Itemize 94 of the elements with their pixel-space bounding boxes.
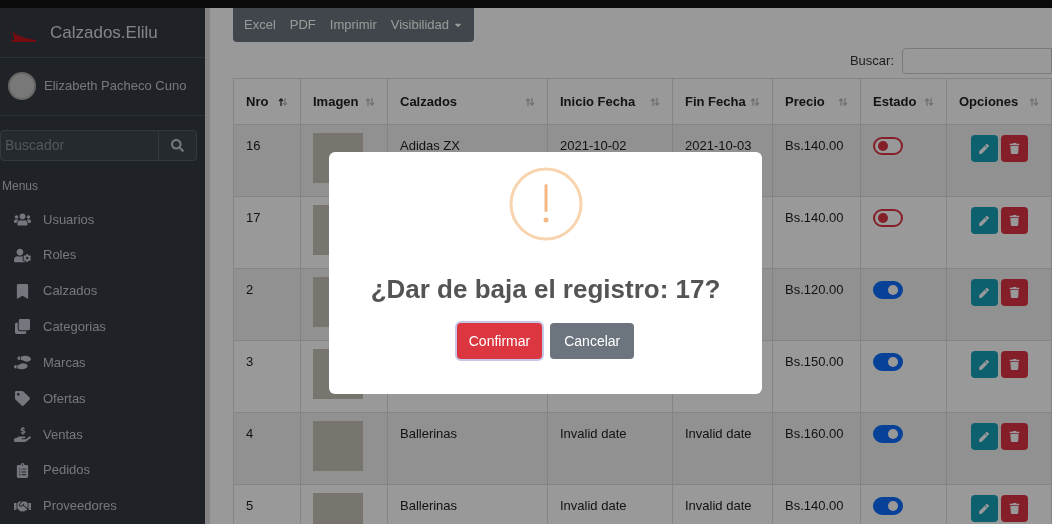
table-cell: Adidas ZX: [400, 138, 460, 153]
delete-button[interactable]: [1000, 279, 1028, 306]
status-toggle[interactable]: [873, 425, 903, 443]
users-icon: [14, 211, 31, 227]
pencil-icon: [979, 431, 989, 442]
warning-icon: [507, 166, 584, 242]
table-cell: Bs.140.00: [785, 138, 844, 153]
menu-item[interactable]: Calzados: [0, 273, 205, 309]
table-cell: Invalid date: [685, 426, 752, 441]
table-cell: 17: [246, 210, 261, 225]
dialog-title: ¿Dar de baja el registro: 17?: [370, 273, 721, 306]
menu-item[interactable]: Usuarios: [0, 201, 205, 238]
delete-button[interactable]: [1000, 207, 1028, 234]
tag-icon: [14, 391, 31, 407]
column-header[interactable]: Precio: [785, 91, 825, 112]
trash-icon: [1008, 143, 1020, 154]
pencil-icon: [979, 287, 989, 298]
shoe-photo-placeholder: [313, 421, 363, 471]
menu-item[interactable]: Pedidos: [0, 452, 205, 489]
delete-button[interactable]: [1000, 423, 1028, 450]
pencil-icon: [979, 503, 989, 514]
table-cell: Invalid date: [560, 426, 627, 441]
delete-button[interactable]: [1000, 495, 1028, 522]
table-cell: 2: [246, 282, 254, 297]
cancel-button[interactable]: Cancelar: [550, 323, 635, 359]
column-header[interactable]: Estado: [873, 91, 917, 112]
edit-button[interactable]: [970, 135, 998, 162]
search-label: Buscar:: [849, 52, 894, 71]
table-cell: Bs.150.00: [785, 354, 844, 369]
edit-button[interactable]: [970, 423, 998, 450]
menu-item[interactable]: Ventas: [0, 416, 205, 453]
column-header[interactable]: Opciones: [959, 91, 1019, 112]
status-toggle[interactable]: [873, 281, 903, 299]
clipboard-icon: [14, 462, 31, 478]
user-name[interactable]: Elizabeth Pacheco Cuno: [44, 76, 187, 96]
edit-button[interactable]: [970, 495, 998, 522]
table-cell: Invalid date: [685, 498, 752, 513]
table-cell: Bs.140.00: [785, 498, 844, 513]
pencil-icon: [979, 215, 989, 226]
user-gear-icon: [14, 247, 31, 263]
pencil-icon: [979, 143, 989, 154]
status-toggle[interactable]: [873, 137, 903, 155]
toolbar-button[interactable]: Imprimir: [322, 15, 384, 35]
confirm-button[interactable]: Confirmar: [456, 323, 543, 359]
status-toggle[interactable]: [873, 209, 903, 227]
delete-button[interactable]: [1000, 135, 1028, 162]
table-search-field[interactable]: [902, 48, 1052, 74]
toolbar-button[interactable]: PDF: [282, 15, 323, 35]
table-cell: 5: [246, 498, 254, 513]
table-cell: Invalid date: [560, 498, 627, 513]
toolbar-button[interactable]: Excel: [237, 15, 283, 35]
avatar: [8, 72, 36, 101]
status-toggle[interactable]: [873, 497, 903, 515]
brand-name[interactable]: Calzados.Elilu: [50, 19, 158, 46]
column-header[interactable]: Imagen: [313, 91, 359, 112]
trash-icon: [1008, 215, 1020, 226]
edit-button[interactable]: [970, 351, 998, 378]
column-header[interactable]: Fin Fecha: [685, 91, 746, 112]
edit-button[interactable]: [970, 279, 998, 306]
table-cell: Ballerinas: [400, 426, 458, 441]
search-icon: [171, 138, 184, 152]
column-header[interactable]: Inicio Fecha: [560, 91, 636, 112]
table-cell: 16: [246, 138, 261, 153]
table-cell: 2021-10-03: [685, 138, 752, 153]
menu-item[interactable]: Proveedores: [0, 488, 205, 524]
section-label: Menus: [1, 178, 40, 196]
column-header[interactable]: Calzados: [400, 91, 458, 112]
search-button[interactable]: [159, 129, 197, 162]
delete-button[interactable]: [1000, 351, 1028, 378]
menu-item[interactable]: Ofertas: [0, 380, 205, 417]
trash-icon: [1008, 503, 1020, 514]
edit-button[interactable]: [970, 207, 998, 234]
trash-icon: [1008, 359, 1020, 370]
money-hand-icon: [14, 426, 31, 442]
table-cell: 4: [246, 426, 254, 441]
toolbar-button[interactable]: Visibilidad: [383, 15, 471, 35]
menu-item[interactable]: Roles: [0, 237, 205, 274]
column-header[interactable]: Nro: [246, 91, 269, 112]
status-toggle[interactable]: [873, 353, 903, 371]
trash-icon: [1008, 287, 1020, 298]
table-cell: Bs.160.00: [785, 426, 844, 441]
pencil-icon: [979, 359, 989, 370]
table-cell: 3: [246, 354, 254, 369]
table-cell: Bs.120.00: [785, 282, 844, 297]
table-cell: Ballerinas: [400, 498, 458, 513]
trash-icon: [1008, 431, 1020, 442]
bookmark-icon: [14, 283, 31, 299]
menu-item[interactable]: Marcas: [0, 344, 205, 381]
handshake-icon: [14, 498, 31, 514]
footprints-icon: [14, 355, 31, 371]
table-cell: 2021-10-02: [560, 138, 627, 153]
table-cell: Bs.140.00: [785, 210, 844, 225]
menu-item[interactable]: Categorias: [0, 308, 205, 345]
stacked-cards-icon: [14, 319, 31, 335]
